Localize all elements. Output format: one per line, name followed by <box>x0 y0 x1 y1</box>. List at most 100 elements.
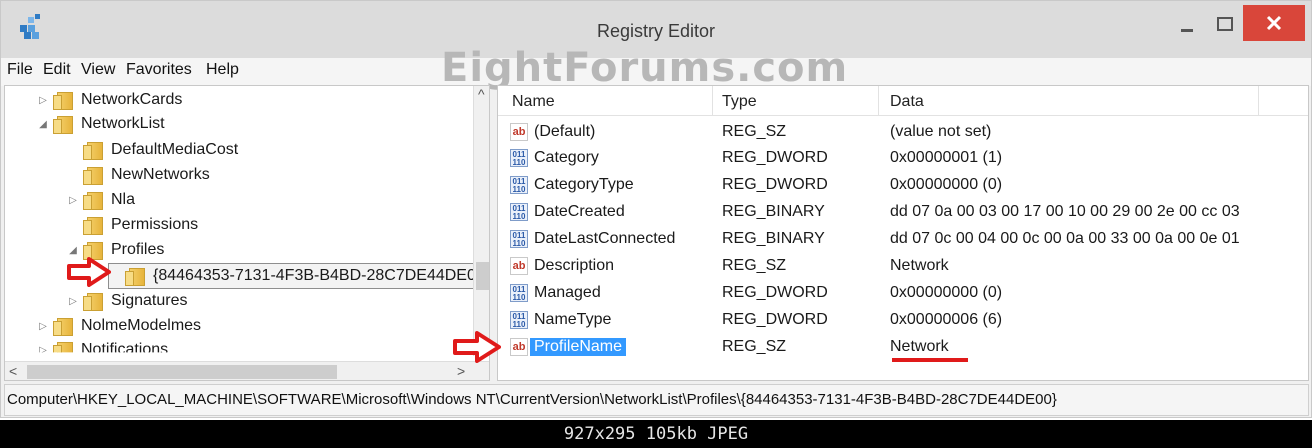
string-value-icon: ab <box>510 257 528 275</box>
scroll-left-icon[interactable]: < <box>9 363 17 379</box>
value-row[interactable]: 011 110 Category REG_DWORD 0x00000001 (1) <box>498 146 1308 172</box>
registry-editor-window: Registry Editor File Edit View Favorites… <box>0 0 1312 418</box>
value-type: REG_SZ <box>722 257 787 274</box>
folder-icon <box>83 166 105 185</box>
tree-item-label: Permissions <box>111 216 199 233</box>
column-header-name[interactable]: Name <box>512 93 555 111</box>
tree-item-defaultmediacost[interactable]: DefaultMediaCost <box>67 138 238 162</box>
annotation-arrow-icon <box>67 257 111 287</box>
value-row[interactable]: 011 110 NameType REG_DWORD 0x00000006 (6) <box>498 308 1308 334</box>
minimize-button[interactable] <box>1167 7 1207 43</box>
expand-arrow-icon[interactable]: ▷ <box>37 345 49 353</box>
annotation-arrow-icon <box>453 331 501 363</box>
tree-vertical-scrollbar[interactable]: ^ <box>473 86 489 356</box>
expand-arrow-icon[interactable]: ▷ <box>37 321 49 332</box>
folder-icon <box>53 341 75 353</box>
close-button[interactable] <box>1243 5 1305 41</box>
value-row-selected[interactable]: ab ProfileName REG_SZ Network <box>498 335 1308 362</box>
binary-value-icon: 011 110 <box>510 284 528 302</box>
value-row[interactable]: 011 110 CategoryType REG_DWORD 0x00000000… <box>498 173 1308 199</box>
value-row[interactable]: 011 110 DateLastConnected REG_BINARY dd 0… <box>498 227 1308 253</box>
value-type: REG_BINARY <box>722 230 825 247</box>
menu-file[interactable]: File <box>7 61 33 79</box>
value-name: NameType <box>534 311 612 328</box>
value-type: REG_DWORD <box>722 311 828 328</box>
tree-item-label: NetworkList <box>81 115 165 132</box>
expand-arrow-icon[interactable]: ▷ <box>37 95 49 106</box>
value-name: Managed <box>534 284 601 301</box>
tree-item-notifications[interactable]: ▷ Notifications <box>37 338 169 358</box>
tree-item-label: {84464353-7131-4F3B-B4BD-28C7DE44DE00} <box>153 267 490 284</box>
maximize-button[interactable] <box>1207 7 1243 43</box>
column-divider[interactable] <box>878 86 879 116</box>
tree-item-networklist[interactable]: ◢ NetworkList <box>37 112 165 136</box>
status-bar: Computer\HKEY_LOCAL_MACHINE\SOFTWARE\Mic… <box>4 384 1309 416</box>
value-type: REG_BINARY <box>722 203 825 220</box>
value-data: Network <box>890 338 949 355</box>
value-type: REG_DWORD <box>722 176 828 193</box>
tree-item-nolmemodelmes[interactable]: ▷ NolmeModelmes <box>37 314 201 338</box>
tree-item-label: DefaultMediaCost <box>111 141 239 158</box>
value-row[interactable]: ab Description REG_SZ Network <box>498 254 1308 280</box>
registry-path: Computer\HKEY_LOCAL_MACHINE\SOFTWARE\Mic… <box>7 391 1057 408</box>
collapse-arrow-icon[interactable]: ◢ <box>67 245 79 256</box>
value-name: DateLastConnected <box>534 230 676 247</box>
value-data: 0x00000000 (0) <box>890 176 1003 193</box>
tree-horizontal-scroll-thumb[interactable] <box>27 365 337 379</box>
tree-item-label: Signatures <box>111 292 188 309</box>
value-row[interactable]: 011 110 DateCreated REG_BINARY dd 07 0a 0… <box>498 200 1308 226</box>
value-type: REG_SZ <box>722 338 787 355</box>
value-type: REG_DWORD <box>722 149 828 166</box>
tree-vertical-scroll-thumb[interactable] <box>476 262 489 290</box>
tree-item-newnetworks[interactable]: NewNetworks <box>67 163 210 187</box>
value-data: 0x00000000 (0) <box>890 284 1003 301</box>
value-data: Network <box>890 257 949 274</box>
column-header-data[interactable]: Data <box>890 93 924 111</box>
tree-item-label: Nla <box>111 191 136 208</box>
folder-icon <box>53 91 75 110</box>
binary-value-icon: 011 110 <box>510 311 528 329</box>
tree-item-label: NolmeModelmes <box>81 317 202 334</box>
value-row[interactable]: 011 110 Managed REG_DWORD 0x00000000 (0) <box>498 281 1308 307</box>
column-divider[interactable] <box>712 86 713 116</box>
binary-value-icon: 011 110 <box>510 176 528 194</box>
registry-key-tree: ▷ NetworkCards ◢ NetworkList DefaultMedi… <box>4 85 490 381</box>
tree-item-profile-guid[interactable]: {84464353-7131-4F3B-B4BD-28C7DE44DE00} <box>107 263 490 289</box>
tree-item-label: NetworkCards <box>81 91 183 108</box>
collapse-arrow-icon[interactable]: ◢ <box>37 119 49 130</box>
tree-item-permissions[interactable]: Permissions <box>67 213 198 237</box>
tree-item-nla[interactable]: ▷ Nla <box>67 188 135 212</box>
folder-icon <box>83 292 105 311</box>
folder-icon <box>53 317 75 336</box>
tree-horizontal-scrollbar[interactable]: < > <box>5 361 489 380</box>
tree-item-label: NewNetworks <box>111 166 210 183</box>
value-data: dd 07 0c 00 04 00 0c 00 0a 00 33 00 0a 0… <box>890 230 1240 247</box>
value-name: Description <box>534 257 615 274</box>
tree-item-signatures[interactable]: ▷ Signatures <box>67 289 188 313</box>
string-value-icon: ab <box>510 123 528 141</box>
menu-edit[interactable]: Edit <box>43 61 71 79</box>
folder-icon <box>53 115 75 134</box>
highlight-underline <box>892 358 968 362</box>
folder-icon <box>83 191 105 210</box>
expand-arrow-icon[interactable]: ▷ <box>67 195 79 206</box>
menu-view[interactable]: View <box>81 61 115 79</box>
folder-icon <box>83 216 105 235</box>
column-header-type[interactable]: Type <box>722 93 757 111</box>
menu-favorites[interactable]: Favorites <box>126 61 192 79</box>
scroll-up-icon[interactable]: ^ <box>478 86 485 102</box>
value-type: REG_SZ <box>722 123 787 140</box>
tree-item-label: Notifications <box>81 341 169 358</box>
column-divider[interactable] <box>1258 86 1259 116</box>
menu-help[interactable]: Help <box>206 61 239 79</box>
tree-item-networkcards[interactable]: ▷ NetworkCards <box>37 88 182 112</box>
tree-item-label: Profiles <box>111 241 165 258</box>
expand-arrow-icon[interactable]: ▷ <box>67 296 79 307</box>
binary-value-icon: 011 110 <box>510 230 528 248</box>
binary-value-icon: 011 110 <box>510 203 528 221</box>
value-type: REG_DWORD <box>722 284 828 301</box>
scroll-right-icon[interactable]: > <box>457 363 465 379</box>
folder-icon <box>125 267 147 286</box>
value-name: DateCreated <box>534 203 625 220</box>
value-row[interactable]: ab (Default) REG_SZ (value not set) <box>498 120 1308 146</box>
